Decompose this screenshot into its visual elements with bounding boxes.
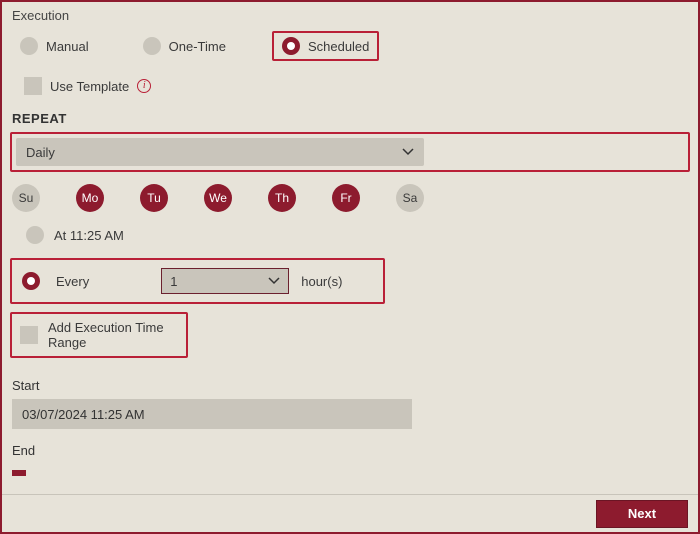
every-value-select[interactable]: 1 <box>161 268 289 294</box>
end-indicator <box>12 470 26 476</box>
frequency-value: Daily <box>26 145 55 160</box>
chevron-down-icon <box>268 277 280 285</box>
execution-section-label: Execution <box>2 2 698 27</box>
every-label: Every <box>56 274 89 289</box>
execution-mode-row: Manual One-Time Scheduled <box>2 27 698 65</box>
add-range-checkbox[interactable] <box>20 326 38 344</box>
every-value: 1 <box>170 274 177 289</box>
every-row: Every 1 hour(s) <box>10 258 385 304</box>
day-su[interactable]: Su <box>12 184 40 212</box>
day-fr[interactable]: Fr <box>332 184 360 212</box>
use-template-row: Use Template i <box>2 73 698 99</box>
radio-at-time[interactable] <box>26 226 44 244</box>
app-window: Execution Manual One-Time Scheduled Use … <box>0 0 700 534</box>
add-range-label: Add Execution Time Range <box>48 320 178 350</box>
start-label: Start <box>2 364 698 399</box>
radio-icon-selected <box>282 37 300 55</box>
radio-manual-label: Manual <box>46 39 89 54</box>
day-tu[interactable]: Tu <box>140 184 168 212</box>
at-time-label: At 11:25 AM <box>54 228 124 243</box>
radio-scheduled[interactable]: Scheduled <box>272 31 379 61</box>
radio-onetime-label: One-Time <box>169 39 226 54</box>
radio-scheduled-label: Scheduled <box>308 39 369 54</box>
at-time-row: At 11:25 AM <box>2 222 698 254</box>
day-mo[interactable]: Mo <box>76 184 104 212</box>
next-button-label: Next <box>628 506 656 521</box>
every-unit-label: hour(s) <box>301 274 342 289</box>
radio-icon <box>143 37 161 55</box>
start-value: 03/07/2024 11:25 AM <box>22 407 145 422</box>
radio-icon <box>20 37 38 55</box>
next-button[interactable]: Next <box>596 500 688 528</box>
start-field[interactable]: 03/07/2024 11:25 AM <box>12 399 412 429</box>
repeat-section-title: REPEAT <box>2 99 698 132</box>
radio-every[interactable] <box>22 272 40 290</box>
frequency-dropdown-wrap: Daily <box>10 132 690 172</box>
days-row: Su Mo Tu We Th Fr Sa <box>2 180 698 222</box>
day-we[interactable]: We <box>204 184 232 212</box>
footer-bar: Next <box>2 494 698 532</box>
use-template-checkbox[interactable] <box>24 77 42 95</box>
use-template-label: Use Template <box>50 79 129 94</box>
chevron-down-icon <box>402 148 414 156</box>
radio-onetime[interactable]: One-Time <box>135 33 234 59</box>
end-label: End <box>2 429 698 464</box>
radio-manual[interactable]: Manual <box>12 33 97 59</box>
info-icon[interactable]: i <box>137 79 151 93</box>
day-th[interactable]: Th <box>268 184 296 212</box>
frequency-dropdown[interactable]: Daily <box>16 138 424 166</box>
day-sa[interactable]: Sa <box>396 184 424 212</box>
add-range-row: Add Execution Time Range <box>10 312 188 358</box>
